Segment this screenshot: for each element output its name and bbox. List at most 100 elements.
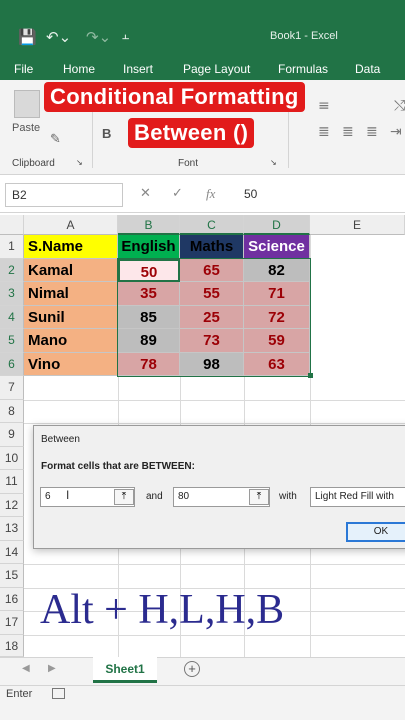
table-cell[interactable]: 85: [118, 305, 180, 329]
dialog-instruction: Format cells that are BETWEEN:: [41, 461, 195, 472]
indent-icon[interactable]: ⇥: [390, 124, 402, 140]
range-selector-icon[interactable]: ⤒: [249, 489, 269, 505]
font-group-label: Font: [178, 158, 199, 169]
redo-icon[interactable]: ↷⌄: [86, 28, 111, 46]
paste-label[interactable]: Paste: [12, 122, 40, 134]
formula-input[interactable]: 50: [244, 187, 257, 201]
table-cell-name[interactable]: Mano: [24, 329, 118, 353]
shortcut-caption: Alt + H,L,H,B: [40, 587, 285, 633]
sheet-tab-sheet1[interactable]: Sheet1: [93, 657, 157, 683]
cancel-icon[interactable]: ✕: [140, 186, 151, 201]
fill-handle[interactable]: [308, 373, 313, 378]
customize-toolbar-icon[interactable]: ⫠: [122, 28, 129, 43]
table-cell[interactable]: 82: [244, 258, 310, 282]
row-header[interactable]: 4: [0, 305, 24, 329]
row-header[interactable]: 3: [0, 282, 24, 306]
row-header[interactable]: 5: [0, 329, 24, 353]
menu-file[interactable]: File: [14, 62, 33, 76]
prev-sheet-icon[interactable]: ◀: [22, 663, 30, 674]
row-header[interactable]: 9: [0, 423, 24, 447]
table-cell-name[interactable]: Sunil: [24, 305, 118, 329]
add-sheet-icon[interactable]: +: [184, 661, 200, 677]
align-top-icon[interactable]: ≡: [318, 98, 330, 114]
table-cell[interactable]: 63: [244, 352, 310, 376]
sheet-tab-bar: [0, 657, 405, 685]
row-header[interactable]: 17: [0, 611, 24, 635]
align-right-icon[interactable]: ≣: [366, 124, 378, 140]
row-header[interactable]: 12: [0, 493, 24, 517]
menu-home[interactable]: Home: [63, 62, 95, 76]
row-header[interactable]: 7: [0, 376, 24, 400]
row-header[interactable]: 10: [0, 446, 24, 470]
with-label: with: [279, 491, 297, 502]
row-header[interactable]: 18: [0, 634, 24, 657]
clipboard-launcher-icon[interactable]: ↘: [76, 158, 83, 167]
table-cell-active[interactable]: 50: [118, 258, 180, 282]
table-cell[interactable]: 59: [244, 329, 310, 353]
row-header[interactable]: 14: [0, 540, 24, 564]
table-header-maths[interactable]: Maths: [180, 235, 244, 259]
status-mode: Enter: [6, 688, 33, 700]
table-cell[interactable]: 98: [180, 352, 244, 376]
align-center-icon[interactable]: ≣: [342, 124, 354, 140]
format-style-select[interactable]: Light Red Fill with: [310, 487, 405, 507]
wrap-text-icon[interactable]: ⤭: [394, 98, 405, 114]
row-header[interactable]: 16: [0, 587, 24, 611]
gridline: [24, 564, 405, 565]
next-sheet-icon[interactable]: ▶: [48, 663, 56, 674]
align-left-icon[interactable]: ≣: [318, 124, 330, 140]
clipboard-group-label: Clipboard: [12, 158, 55, 169]
table-cell-name[interactable]: Kamal: [24, 258, 118, 282]
col-header-a[interactable]: A: [24, 215, 118, 235]
menu-page-layout[interactable]: Page Layout: [183, 62, 250, 76]
menu-data[interactable]: Data: [355, 62, 380, 76]
ok-button[interactable]: OK: [346, 522, 405, 542]
table-header-name[interactable]: S.Name: [24, 235, 118, 259]
name-box[interactable]: B2: [5, 183, 123, 207]
table-cell[interactable]: 89: [118, 329, 180, 353]
row-header[interactable]: 2: [0, 258, 24, 282]
menu-formulas[interactable]: Formulas: [278, 62, 328, 76]
table-header-english[interactable]: English: [118, 235, 180, 259]
table-cell[interactable]: 65: [180, 258, 244, 282]
row-header[interactable]: 1: [0, 235, 24, 259]
gridline: [24, 399, 405, 401]
gridline: [24, 423, 405, 424]
text-cursor-icon: I: [66, 488, 70, 502]
enter-icon[interactable]: ✓: [172, 186, 183, 201]
overlay-subtitle: Between (): [128, 118, 255, 148]
table-cell-name[interactable]: Nimal: [24, 282, 118, 306]
save-icon[interactable]: 💾: [18, 28, 37, 46]
col-header-e[interactable]: E: [310, 215, 405, 235]
format-painter-icon[interactable]: ✎: [50, 132, 61, 147]
range-selector-icon[interactable]: ⤒: [114, 489, 134, 505]
table-cell[interactable]: 78: [118, 352, 180, 376]
window-title: Book1 - Excel: [270, 30, 338, 42]
table-cell[interactable]: 35: [118, 282, 180, 306]
menu-insert[interactable]: Insert: [123, 62, 153, 76]
row-header[interactable]: 13: [0, 517, 24, 541]
row-header[interactable]: 8: [0, 399, 24, 423]
font-launcher-icon[interactable]: ↘: [270, 158, 277, 167]
row-header[interactable]: 11: [0, 470, 24, 494]
clipboard-icon[interactable]: [14, 90, 40, 118]
overlay-title: Conditional Formatting: [44, 82, 305, 112]
col-header-d[interactable]: D: [244, 215, 310, 235]
table-cell[interactable]: 25: [180, 305, 244, 329]
col-header-c[interactable]: C: [180, 215, 244, 235]
table-cell[interactable]: 71: [244, 282, 310, 306]
table-cell[interactable]: 72: [244, 305, 310, 329]
select-all-corner[interactable]: [0, 215, 24, 235]
table-cell-name[interactable]: Vino: [24, 352, 118, 376]
col-header-b[interactable]: B: [118, 215, 180, 235]
table-cell[interactable]: 55: [180, 282, 244, 306]
table-header-science[interactable]: Science: [244, 235, 310, 259]
undo-icon[interactable]: ↶⌄: [46, 28, 71, 46]
row-header[interactable]: 6: [0, 352, 24, 376]
and-label: and: [146, 491, 163, 502]
table-cell[interactable]: 73: [180, 329, 244, 353]
macro-record-icon[interactable]: [52, 688, 65, 699]
insert-function-icon[interactable]: fx: [206, 186, 215, 202]
bold-button[interactable]: B: [102, 126, 111, 141]
row-header[interactable]: 15: [0, 564, 24, 588]
